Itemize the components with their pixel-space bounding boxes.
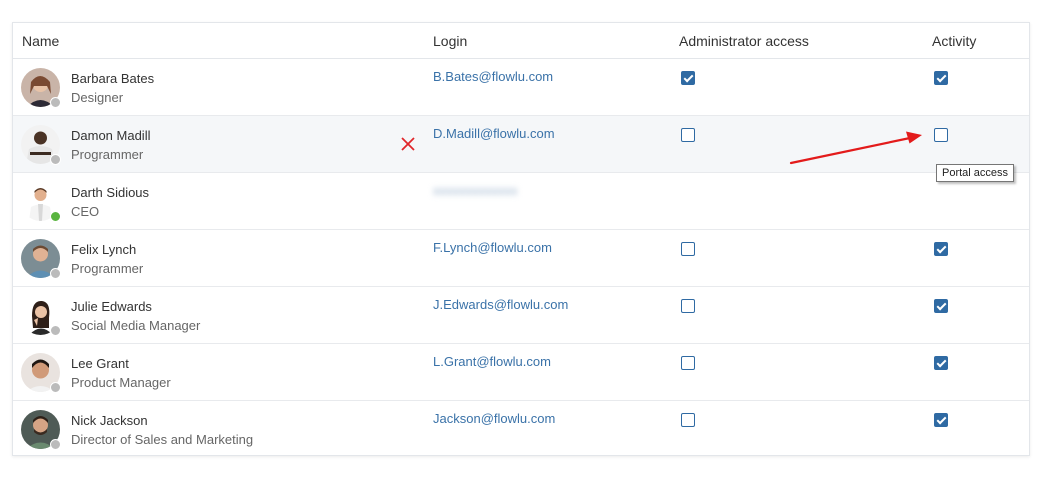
user-name[interactable]: Darth Sidious [71,185,149,200]
table-row[interactable]: Damon Madill Programmer D.Madill@flowlu.… [13,116,1029,173]
tooltip: Portal access [936,164,1015,182]
user-role: Designer [71,90,124,105]
close-icon[interactable] [400,136,416,152]
table-row[interactable]: Nick Jackson Director of Sales and Marke… [13,401,1029,458]
presence-indicator [50,97,61,108]
user-login-link[interactable]: D.Madill@flowlu.com [433,126,555,141]
presence-indicator [50,268,61,279]
admin-access-checkbox[interactable] [681,356,695,370]
activity-checkbox[interactable] [934,299,948,313]
table-row[interactable]: Barbara Bates Designer B.Bates@flowlu.co… [13,59,1029,116]
table-row[interactable]: Felix Lynch Programmer F.Lynch@flowlu.co… [13,230,1029,287]
user-login-link[interactable]: F.Lynch@flowlu.com [433,240,552,255]
admin-access-checkbox[interactable] [681,299,695,313]
user-name[interactable]: Lee Grant [71,356,129,371]
column-header-activity[interactable]: Activity [932,33,976,49]
user-login-link[interactable]: J.Edwards@flowlu.com [433,297,568,312]
admin-access-checkbox[interactable] [681,242,695,256]
column-header-login[interactable]: Login [433,33,467,49]
users-table: Name Login Administrator access Activity… [12,22,1030,456]
admin-access-checkbox[interactable] [681,128,695,142]
user-role: Programmer [71,147,144,162]
column-header-name[interactable]: Name [22,33,59,49]
admin-access-checkbox[interactable] [681,413,695,427]
table-row[interactable]: Darth Sidious CEO xxxxxxxxxxxxx [13,173,1029,230]
user-login-link[interactable]: Jackson@flowlu.com [433,411,555,426]
user-name[interactable]: Damon Madill [71,128,150,143]
admin-access-checkbox[interactable] [681,71,695,85]
user-name[interactable]: Nick Jackson [71,413,148,428]
presence-indicator [50,382,61,393]
table-row[interactable]: Lee Grant Product Manager L.Grant@flowlu… [13,344,1029,401]
user-login-link[interactable]: B.Bates@flowlu.com [433,69,553,84]
user-login-redacted: xxxxxxxxxxxxx [433,183,518,198]
user-name[interactable]: Julie Edwards [71,299,152,314]
user-role: Product Manager [71,375,171,390]
activity-checkbox[interactable] [934,413,948,427]
user-role: CEO [71,204,100,219]
user-role: Social Media Manager [71,318,201,333]
presence-indicator [50,439,61,450]
presence-indicator [50,211,61,222]
activity-checkbox[interactable] [934,71,948,85]
user-role: Programmer [71,261,144,276]
activity-checkbox[interactable] [934,356,948,370]
user-role: Director of Sales and Marketing [71,432,254,447]
presence-indicator [50,154,61,165]
user-login-link[interactable]: L.Grant@flowlu.com [433,354,551,369]
table-row[interactable]: Julie Edwards Social Media Manager J.Edw… [13,287,1029,344]
activity-checkbox[interactable] [934,128,948,142]
user-name[interactable]: Felix Lynch [71,242,136,257]
table-header: Name Login Administrator access Activity [13,23,1029,59]
presence-indicator [50,325,61,336]
activity-checkbox[interactable] [934,242,948,256]
user-name[interactable]: Barbara Bates [71,71,154,86]
column-header-admin[interactable]: Administrator access [679,33,809,49]
